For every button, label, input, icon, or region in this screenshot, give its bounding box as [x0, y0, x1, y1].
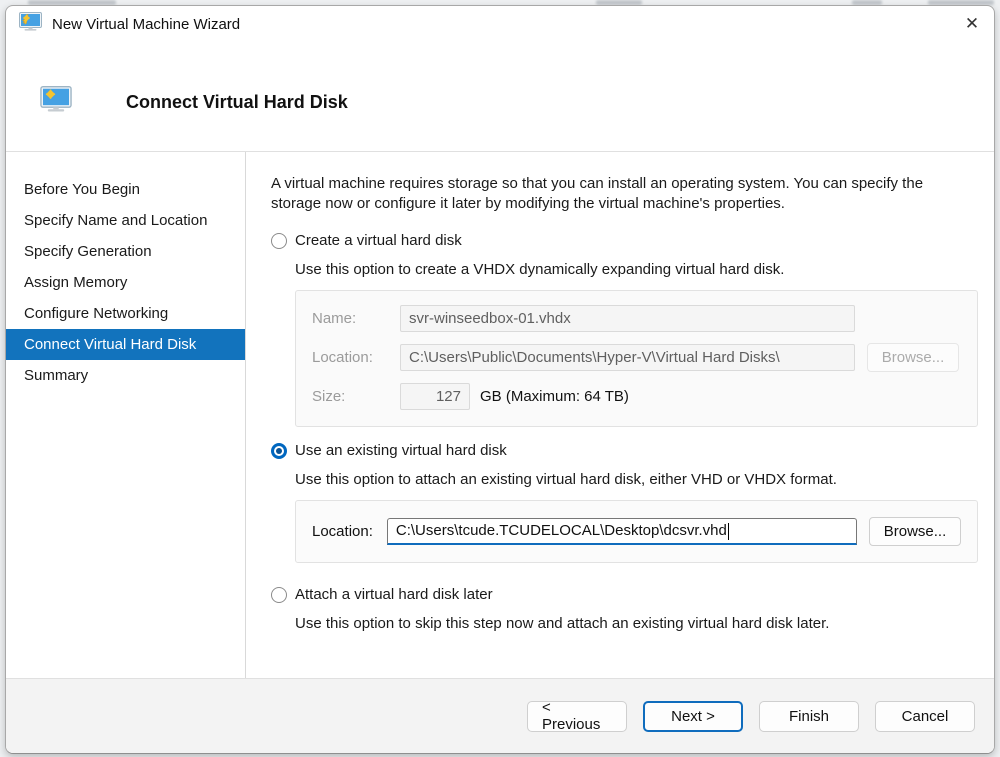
existing-disk-location-value: C:\Users\tcude.TCUDELOCAL\Desktop\dcsvr.… — [396, 521, 727, 541]
sidebar-item-summary[interactable]: Summary — [6, 360, 245, 391]
disk-name-input: svr-winseedbox-01.vhdx — [400, 305, 855, 332]
option-create-description: Use this option to create a VHDX dynamic… — [295, 260, 978, 280]
sidebar-item-configure-networking[interactable]: Configure Networking — [6, 298, 245, 329]
option-label: Create a virtual hard disk — [295, 231, 462, 251]
disk-location-input: C:\Users\Public\Documents\Hyper-V\Virtua… — [400, 344, 855, 371]
sidebar-item-assign-memory[interactable]: Assign Memory — [6, 267, 245, 298]
wizard-body: Before You Begin Specify Name and Locati… — [6, 152, 994, 678]
create-disk-groupbox: Name: svr-winseedbox-01.vhdx Location: C… — [295, 290, 978, 427]
location-label: Location: — [312, 348, 400, 368]
browse-button[interactable]: Browse... — [869, 517, 961, 546]
intro-text: A virtual machine requires storage so th… — [271, 174, 976, 213]
browse-button-disabled: Browse... — [867, 343, 959, 372]
option-attach-later[interactable]: Attach a virtual hard disk later — [271, 585, 978, 605]
close-icon[interactable]: ✕ — [950, 6, 994, 42]
wizard-header: Connect Virtual Hard Disk — [6, 42, 994, 152]
disk-size-input: 127 — [400, 383, 470, 410]
sidebar-item-before-you-begin[interactable]: Before You Begin — [6, 174, 245, 205]
option-create-virtual-hard-disk[interactable]: Create a virtual hard disk — [271, 231, 978, 251]
location-label: Location: — [312, 522, 373, 542]
option-label: Attach a virtual hard disk later — [295, 585, 493, 605]
wizard-content: A virtual machine requires storage so th… — [246, 152, 995, 678]
radio-attach-later[interactable] — [271, 587, 287, 603]
disk-size-value: 127 — [436, 387, 461, 407]
disk-location-value: C:\Users\Public\Documents\Hyper-V\Virtua… — [409, 348, 780, 368]
radio-create-virtual-hard-disk[interactable] — [271, 233, 287, 249]
sidebar-item-specify-name-and-location[interactable]: Specify Name and Location — [6, 205, 245, 236]
window-title: New Virtual Machine Wizard — [52, 16, 240, 33]
previous-button[interactable]: < Previous — [527, 701, 627, 732]
sidebar-item-connect-virtual-hard-disk[interactable]: Connect Virtual Hard Disk — [6, 329, 245, 360]
size-row: Size: 127 GB (Maximum: 64 TB) — [312, 383, 961, 410]
option-use-existing-virtual-hard-disk[interactable]: Use an existing virtual hard disk — [271, 441, 978, 461]
name-row: Name: svr-winseedbox-01.vhdx — [312, 305, 961, 332]
existing-disk-location-input[interactable]: C:\Users\tcude.TCUDELOCAL\Desktop\dcsvr.… — [387, 518, 857, 545]
next-button[interactable]: Next > — [643, 701, 743, 732]
virtual-machine-icon — [40, 86, 72, 117]
option-label: Use an existing virtual hard disk — [295, 441, 507, 461]
text-caret — [728, 523, 729, 540]
page-title: Connect Virtual Hard Disk — [126, 92, 348, 113]
cancel-button[interactable]: Cancel — [875, 701, 975, 732]
wizard-steps-sidebar: Before You Begin Specify Name and Locati… — [6, 152, 246, 678]
size-maximum-text: GB (Maximum: 64 TB) — [480, 387, 629, 407]
existing-disk-groupbox: Location: C:\Users\tcude.TCUDELOCAL\Desk… — [295, 500, 978, 563]
size-label: Size: — [312, 387, 400, 407]
option-existing-description: Use this option to attach an existing vi… — [295, 470, 978, 490]
radio-use-existing-virtual-hard-disk[interactable] — [271, 443, 287, 459]
virtual-machine-icon — [19, 12, 42, 36]
title-bar: New Virtual Machine Wizard ✕ — [6, 6, 994, 42]
name-label: Name: — [312, 309, 400, 329]
sidebar-item-specify-generation[interactable]: Specify Generation — [6, 236, 245, 267]
finish-button[interactable]: Finish — [759, 701, 859, 732]
wizard-window: New Virtual Machine Wizard ✕ Connect Vir… — [5, 5, 995, 754]
option-later-description: Use this option to skip this step now an… — [295, 614, 978, 634]
disk-name-value: svr-winseedbox-01.vhdx — [409, 309, 571, 329]
location-row: Location: C:\Users\Public\Documents\Hype… — [312, 343, 961, 372]
wizard-footer: < Previous Next > Finish Cancel — [6, 678, 994, 753]
